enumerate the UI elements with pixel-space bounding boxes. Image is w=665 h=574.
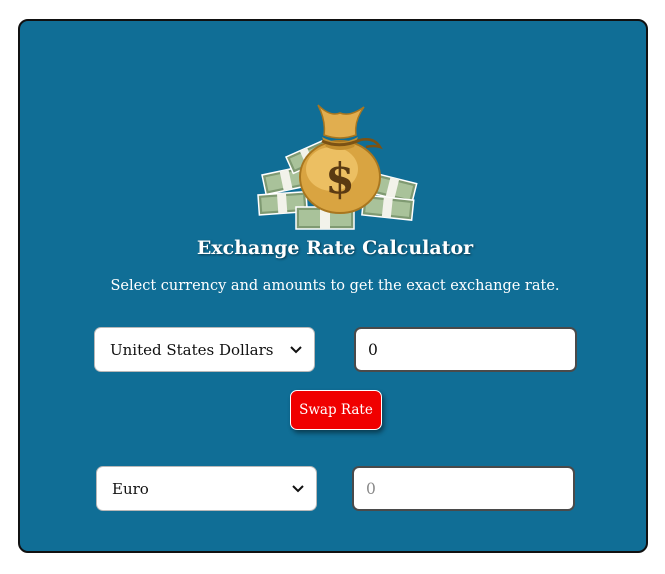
from-currency-value: United States Dollars bbox=[110, 340, 274, 359]
dollar-symbol: $ bbox=[325, 154, 354, 203]
calculator-card: $ Exchange Rate Calculator Select curren… bbox=[18, 19, 648, 553]
page-subtitle: Select currency and amounts to get the e… bbox=[110, 278, 560, 294]
from-currency-select[interactable]: United States Dollars bbox=[94, 327, 315, 372]
chevron-down-icon bbox=[290, 344, 302, 356]
to-currency-value: Euro bbox=[112, 479, 149, 498]
swap-rate-button[interactable]: Swap Rate bbox=[290, 390, 382, 430]
chevron-down-icon bbox=[292, 483, 304, 495]
to-amount-input[interactable]: 0 bbox=[352, 466, 575, 511]
money-bag-icon: $ bbox=[256, 77, 420, 241]
to-currency-select[interactable]: Euro bbox=[96, 466, 317, 511]
from-amount-input[interactable]: 0 bbox=[354, 327, 577, 372]
page-title: Exchange Rate Calculator bbox=[196, 237, 474, 259]
